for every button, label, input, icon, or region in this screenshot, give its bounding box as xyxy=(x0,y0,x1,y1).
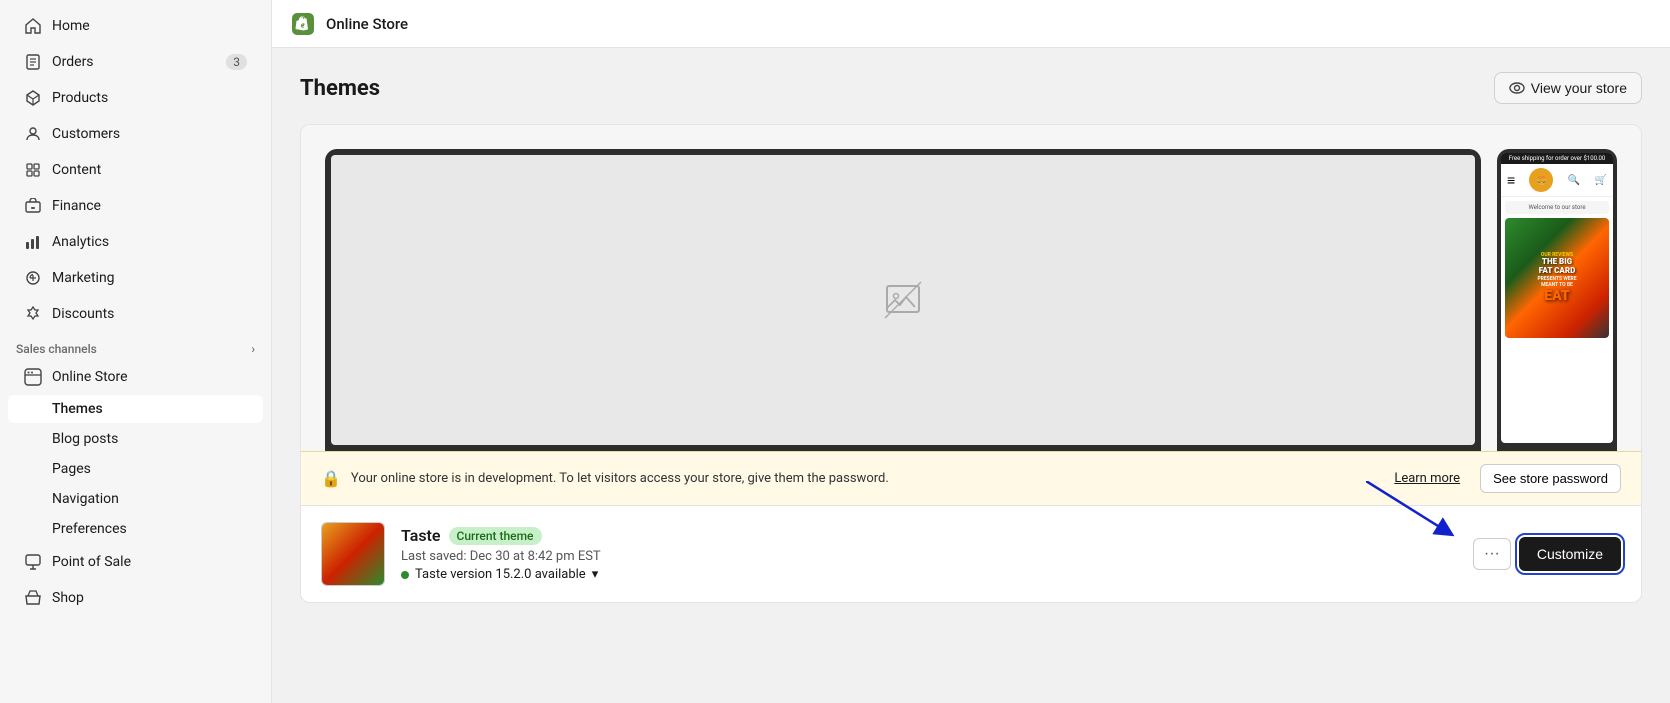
sidebar-discounts-label: Discounts xyxy=(52,306,114,322)
sidebar-item-pages[interactable]: Pages xyxy=(8,455,263,483)
sidebar-item-analytics[interactable]: Analytics xyxy=(8,225,263,259)
mobile-promo-image: OUR REVIEWS THE BIGFAT CARD PRESENTS WER… xyxy=(1505,218,1609,338)
sidebar-item-preferences[interactable]: Preferences xyxy=(8,515,263,543)
dev-notice-message: Your online store is in development. To … xyxy=(351,471,1384,486)
customize-button[interactable]: Customize xyxy=(1519,537,1621,571)
theme-saved-time: Last saved: Dec 30 at 8:42 pm EST xyxy=(401,549,1457,564)
preview-area: Free shipping for order over $100.00 ≡ 🍔… xyxy=(301,125,1641,451)
eye-icon xyxy=(1509,80,1525,96)
sales-channels-label: Sales channels xyxy=(16,342,97,356)
broken-image-icon xyxy=(883,280,923,320)
shopify-logo-icon xyxy=(292,13,314,35)
view-store-button[interactable]: View your store xyxy=(1494,72,1642,104)
finance-icon xyxy=(24,197,42,215)
point-of-sale-icon xyxy=(24,553,42,571)
mobile-screen: Free shipping for order over $100.00 ≡ 🍔… xyxy=(1501,153,1613,443)
desktop-mockup xyxy=(325,149,1481,451)
sidebar-orders-label: Orders xyxy=(52,54,94,70)
sidebar-item-products[interactable]: Products xyxy=(8,81,263,115)
sidebar: Home Orders 3 Products xyxy=(0,0,272,703)
analytics-icon xyxy=(24,233,42,251)
lock-icon: 🔒 xyxy=(321,469,341,488)
sidebar-item-orders[interactable]: Orders 3 xyxy=(8,45,263,79)
online-store-icon xyxy=(24,368,42,386)
home-icon xyxy=(24,17,42,35)
current-theme-badge: Current theme xyxy=(449,527,542,545)
topbar-store-name: Online Store xyxy=(326,15,408,33)
themes-label: Themes xyxy=(52,401,103,417)
point-of-sale-label: Point of Sale xyxy=(52,554,131,570)
sidebar-content-label: Content xyxy=(52,162,101,178)
sales-channels-section: Sales channels › xyxy=(0,332,271,360)
sidebar-customers-label: Customers xyxy=(52,126,120,142)
content-icon xyxy=(24,161,42,179)
sidebar-analytics-label: Analytics xyxy=(52,234,109,250)
content-header: Themes View your store xyxy=(300,72,1642,104)
mobile-logo: 🍔 xyxy=(1529,168,1553,192)
orders-badge: 3 xyxy=(226,54,247,70)
mobile-banner: Free shipping for order over $100.00 xyxy=(1501,153,1613,164)
sidebar-marketing-label: Marketing xyxy=(52,270,115,286)
mobile-menu-icon: ≡ xyxy=(1507,172,1515,189)
sidebar-item-customers[interactable]: Customers xyxy=(8,117,263,151)
pages-label: Pages xyxy=(52,461,91,477)
mobile-welcome-text: Welcome to our store xyxy=(1505,201,1609,214)
theme-preview-card: Free shipping for order over $100.00 ≡ 🍔… xyxy=(300,124,1642,603)
sidebar-item-themes[interactable]: Themes xyxy=(8,395,263,423)
blog-posts-label: Blog posts xyxy=(52,431,118,447)
mobile-cart-icon: 🛒 xyxy=(1595,175,1607,186)
topbar: Online Store xyxy=(272,0,1670,48)
orders-icon xyxy=(24,53,42,71)
sidebar-item-blog-posts[interactable]: Blog posts xyxy=(8,425,263,453)
sidebar-item-online-store[interactable]: Online Store xyxy=(8,361,263,393)
mobile-nav: ≡ 🍔 🔍 🛒 xyxy=(1501,164,1613,197)
navigation-label: Navigation xyxy=(52,491,119,507)
version-available-dot xyxy=(401,571,409,579)
sidebar-item-marketing[interactable]: Marketing xyxy=(8,261,263,295)
sidebar-finance-label: Finance xyxy=(52,198,101,214)
main-area: Online Store Themes View your store xyxy=(272,0,1670,703)
theme-name-row: Taste Current theme xyxy=(401,526,1457,545)
theme-thumbnail xyxy=(321,522,385,586)
sidebar-home-label: Home xyxy=(52,18,90,34)
see-password-button[interactable]: See store password xyxy=(1480,464,1621,493)
content-area: Themes View your store xyxy=(272,48,1670,703)
theme-version-row[interactable]: Taste version 15.2.0 available ▾ xyxy=(401,567,1457,582)
dev-notice: 🔒 Your online store is in development. T… xyxy=(301,451,1641,505)
sidebar-products-label: Products xyxy=(52,90,108,106)
sidebar-item-shop[interactable]: Shop xyxy=(8,581,263,615)
page-title: Themes xyxy=(300,76,380,101)
preferences-label: Preferences xyxy=(52,521,127,537)
sidebar-item-finance[interactable]: Finance xyxy=(8,189,263,223)
learn-more-link[interactable]: Learn more xyxy=(1394,471,1460,486)
online-store-label: Online Store xyxy=(52,369,128,385)
more-options-button[interactable]: ··· xyxy=(1473,538,1511,570)
version-chevron-down-icon: ▾ xyxy=(592,567,599,582)
products-icon xyxy=(24,89,42,107)
sidebar-item-discounts[interactable]: Discounts xyxy=(8,297,263,331)
shop-label: Shop xyxy=(52,590,84,606)
mobile-search-icon: 🔍 xyxy=(1568,175,1580,186)
customers-icon xyxy=(24,125,42,143)
desktop-screen xyxy=(331,155,1475,445)
theme-name: Taste xyxy=(401,526,441,545)
theme-version-text: Taste version 15.2.0 available xyxy=(415,567,586,582)
marketing-icon xyxy=(24,269,42,287)
theme-actions: ··· Customize xyxy=(1473,537,1621,571)
sidebar-item-home[interactable]: Home xyxy=(8,9,263,43)
mobile-mockup: Free shipping for order over $100.00 ≡ 🍔… xyxy=(1497,149,1617,451)
promo-main-text: THE BIGFAT CARD xyxy=(1539,258,1576,276)
theme-details: Taste Current theme Last saved: Dec 30 a… xyxy=(401,526,1457,582)
promo-cta-text: PRESENTS WEREMEANT TO BE xyxy=(1537,276,1576,288)
sidebar-item-navigation[interactable]: Navigation xyxy=(8,485,263,513)
discounts-icon xyxy=(24,305,42,323)
shop-icon xyxy=(24,589,42,607)
mobile-hero: Welcome to our store OUR REVIEWS THE BIG… xyxy=(1501,197,1613,342)
promo-eat-text: EAT xyxy=(1544,288,1569,304)
sales-channels-expand-icon[interactable]: › xyxy=(251,342,255,356)
sidebar-item-content[interactable]: Content xyxy=(8,153,263,187)
theme-info-row: Taste Current theme Last saved: Dec 30 a… xyxy=(301,505,1641,602)
sidebar-item-point-of-sale[interactable]: Point of Sale xyxy=(8,545,263,579)
view-store-label: View your store xyxy=(1531,80,1627,96)
